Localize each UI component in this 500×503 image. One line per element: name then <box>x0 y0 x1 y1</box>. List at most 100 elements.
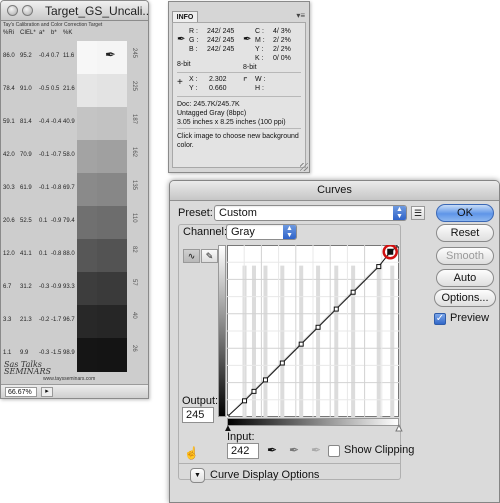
target-row: 30.3 61.9 -0.1 -0.8 69.7 135 <box>1 173 148 207</box>
gray-eyedropper-icon[interactable]: ✒ <box>289 443 299 457</box>
gray-swatch <box>77 107 97 141</box>
selection-size-icon: ⌜ <box>243 77 248 88</box>
preset-label: Preset: <box>178 207 213 219</box>
auto-button[interactable]: Auto <box>436 269 494 287</box>
channel-select[interactable]: Gray ▲ ▼ <box>226 224 297 240</box>
curve-point[interactable] <box>227 414 230 417</box>
curve-point[interactable] <box>262 377 268 383</box>
target-row: 20.6 52.5 0.1 -0.9 79.4 110 <box>1 206 148 240</box>
on-image-adjust-icon[interactable]: ☝ <box>184 446 199 460</box>
target-row: 6.7 31.2 -0.3 -0.9 93.3 57 <box>1 272 148 306</box>
curve-point[interactable] <box>376 264 382 270</box>
doc-size: Doc: 245.7K/245.7K <box>177 101 240 108</box>
document-canvas[interactable]: Tay's Calibration and Color Correction T… <box>1 21 148 386</box>
curve-point[interactable] <box>251 388 257 394</box>
target-cell: 79.4 <box>63 218 75 224</box>
target-cell: -0.4 <box>51 119 62 125</box>
target-cell: -0.4 <box>39 53 50 59</box>
curve-point[interactable] <box>298 341 304 347</box>
target-cell: 12.0 <box>3 251 15 257</box>
eyedropper-icon: ✒ <box>243 34 252 45</box>
column-header: CIEL* <box>20 30 36 36</box>
panel-menu-icon[interactable]: ▾≡ <box>296 11 305 20</box>
gray-swatch <box>97 239 127 273</box>
swatch-value: 187 <box>131 114 137 125</box>
gray-swatch <box>97 173 127 207</box>
disclosure-triangle-icon[interactable]: ▼ <box>190 468 205 483</box>
pencil-draw-icon[interactable]: ✎ <box>201 249 218 263</box>
gray-swatch <box>97 74 127 108</box>
target-cell: 1.1 <box>3 350 12 356</box>
target-row: 86.0 95.2 -0.4 0.7 11.6 245 ✒ <box>1 41 148 75</box>
preview-checkbox[interactable]: ✓ <box>434 313 446 325</box>
white-slider-icon[interactable]: ▲ <box>394 423 405 435</box>
target-cell: 91.0 <box>20 86 32 92</box>
close-window-icon[interactable] <box>7 5 18 16</box>
gray-swatch <box>77 74 97 108</box>
target-cell: -0.3 <box>39 284 50 290</box>
eyedropper-icon: ✒ <box>177 34 186 45</box>
show-clipping-checkbox[interactable] <box>328 445 340 457</box>
output-field[interactable]: 245 <box>182 407 214 423</box>
channel-value: Gray <box>231 226 255 238</box>
input-field[interactable]: 242 <box>227 443 259 459</box>
target-cell: 78.4 <box>3 86 15 92</box>
preset-select[interactable]: Custom ▲ ▼ <box>214 205 407 221</box>
document-titlebar[interactable]: Target_GS_Uncali... <box>1 1 148 21</box>
cmyk-y-label: Y : <box>255 46 264 53</box>
rgb-r-value: 242/ 245 <box>207 28 235 35</box>
white-eyedropper-icon[interactable]: ✒ <box>311 443 321 457</box>
divider <box>177 128 301 129</box>
gray-swatch <box>77 305 97 339</box>
curve-point[interactable] <box>279 360 285 366</box>
curve-point[interactable] <box>396 245 399 248</box>
target-cell: 0.7 <box>51 53 60 59</box>
gray-swatch <box>77 173 97 207</box>
curve-graph[interactable] <box>227 245 399 417</box>
curve-point[interactable] <box>350 289 356 295</box>
h-label: H : <box>255 85 264 92</box>
resize-grip-icon[interactable] <box>300 163 308 171</box>
target-cell: -0.2 <box>39 317 50 323</box>
cmyk-c-label: C : <box>255 28 264 35</box>
target-column-headers: %Ri CIEL* a* b* %K <box>1 29 81 39</box>
swatch-value: 245 <box>131 48 137 59</box>
target-cell: 59.1 <box>3 119 15 125</box>
minimize-window-icon[interactable] <box>22 5 33 16</box>
preset-options-icon[interactable]: ☰ <box>411 206 425 220</box>
gray-swatch <box>97 338 127 372</box>
curve-edit-points-icon[interactable]: ∿ <box>183 249 200 263</box>
target-caption: Tay's Calibration and Color Correction T… <box>3 22 103 28</box>
curve-point[interactable] <box>333 306 339 312</box>
curves-titlebar[interactable]: Curves <box>170 181 499 201</box>
target-cell: 31.2 <box>20 284 32 290</box>
divider <box>177 96 301 97</box>
smooth-button[interactable]: Smooth <box>436 247 494 265</box>
doc-dimensions: 3.05 inches x 8.25 inches (100 ppi) <box>177 119 286 126</box>
navigate-icon[interactable]: ▸ <box>41 387 53 397</box>
curve-point[interactable] <box>242 398 248 404</box>
target-cell: 11.6 <box>63 53 75 59</box>
curve-display-options[interactable]: Curve Display Options <box>210 469 319 481</box>
ok-button[interactable]: OK <box>436 204 494 222</box>
target-cell: 96.7 <box>63 317 75 323</box>
swatch-value: 82 <box>131 246 137 253</box>
selected-curve-point[interactable] <box>387 248 394 255</box>
zoom-field[interactable]: 66.67% <box>5 387 37 397</box>
curve-point[interactable] <box>315 324 321 330</box>
target-url: www.taysseminars.com <box>43 376 96 382</box>
target-row: 3.3 21.3 -0.2 -1.7 96.7 40 <box>1 305 148 339</box>
target-cell: -0.8 <box>51 185 62 191</box>
target-cell: -0.9 <box>51 284 62 290</box>
target-cell: 20.6 <box>3 218 15 224</box>
cmyk-y-value: 2/ 2% <box>273 46 291 53</box>
black-eyedropper-icon[interactable]: ✒ <box>267 443 277 457</box>
divider <box>178 463 401 464</box>
rgb-b-value: 242/ 245 <box>207 46 235 53</box>
cmyk-c-value: 4/ 3% <box>273 28 291 35</box>
target-cell: 0.5 <box>51 86 60 92</box>
target-cell: 41.1 <box>20 251 32 257</box>
reset-button[interactable]: Reset <box>436 224 494 242</box>
column-header: b* <box>51 30 57 36</box>
options-button[interactable]: Options... <box>434 289 496 307</box>
